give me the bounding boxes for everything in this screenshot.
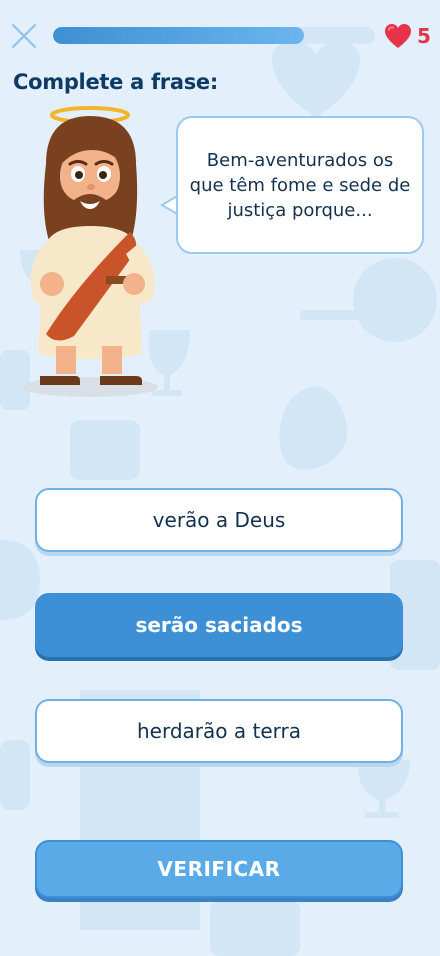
heart-icon xyxy=(385,24,411,48)
progress-fill xyxy=(53,27,305,44)
speech-bubble-text: Bem-aventurados os que têm fome e sede d… xyxy=(189,149,411,221)
lives-count: 5 xyxy=(417,24,431,48)
close-button[interactable] xyxy=(10,22,38,50)
top-bar: 5 xyxy=(0,0,440,70)
answer-option-3[interactable]: herdarão a terra xyxy=(35,699,403,763)
page-title: Complete a frase: xyxy=(13,70,218,94)
answer-option-label: herdarão a terra xyxy=(137,719,301,743)
answer-option-1[interactable]: verão a Deus xyxy=(35,488,403,552)
jesus-character-illustration xyxy=(22,106,158,397)
speech-bubble: Bem-aventurados os que têm fome e sede d… xyxy=(176,116,424,254)
close-icon xyxy=(11,23,37,49)
verify-button-label: VERIFICAR xyxy=(157,857,281,881)
verify-button[interactable]: VERIFICAR xyxy=(35,840,403,898)
answer-option-label: serão saciados xyxy=(135,613,303,637)
answer-option-label: verão a Deus xyxy=(152,508,286,532)
progress-bar xyxy=(53,27,375,44)
answer-option-2[interactable]: serão saciados xyxy=(35,593,403,657)
lives-indicator: 5 xyxy=(384,23,431,49)
